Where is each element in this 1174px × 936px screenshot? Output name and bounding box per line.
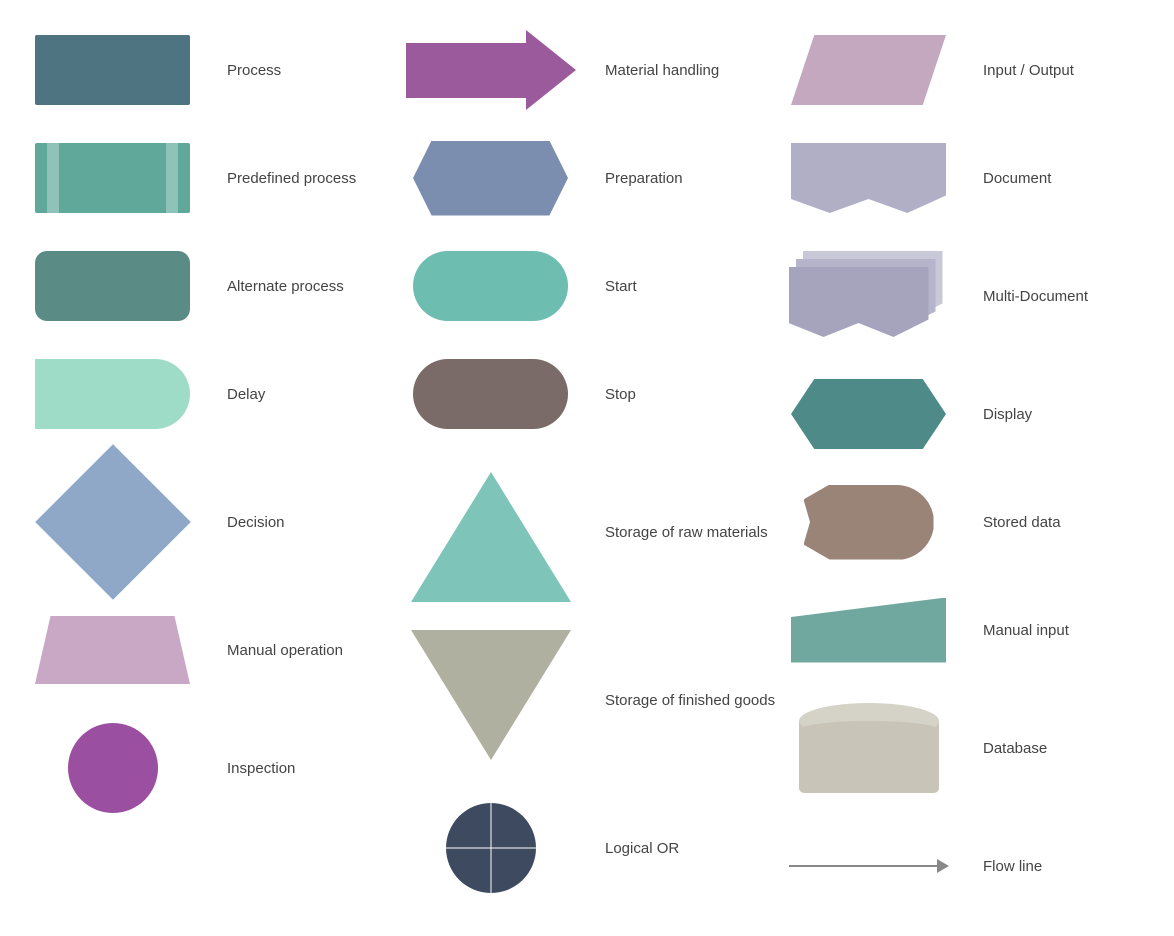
display-shape [791,379,946,449]
shape-alternate-wrap [20,251,205,321]
manual-input-shape [791,598,946,663]
shape-inspection-wrap [20,723,205,813]
alternate-label: Alternate process [227,278,357,295]
row-preparation: Preparation [398,138,776,218]
alternate-shape [35,251,190,321]
arrow-head [526,30,576,110]
start-label: Start [605,278,735,295]
inspection-shape [68,723,158,813]
preparation-label: Preparation [605,170,735,187]
process-shape [35,35,190,105]
database-top-inner [799,721,939,739]
row-document: Document [776,138,1154,218]
shape-document-wrap [776,143,961,213]
stop-label: Stop [605,386,735,403]
stored-data-label: Stored data [983,514,1113,531]
input-output-label: Input / Output [983,62,1113,79]
storage-raw-label: Storage of raw materials [605,524,768,541]
decision-shape [35,444,191,600]
multidoc-page-3 [789,267,929,337]
shape-logical-or-wrap [398,803,583,893]
shape-storage-raw-wrap [398,472,583,602]
predefined-shape [35,143,190,213]
row-storage-raw: Storage of raw materials [398,462,776,602]
col-2: Material handling Preparation Start Stop [398,30,776,906]
row-predefined: Predefined process [20,138,398,218]
row-logical-or: Logical OR [398,798,776,898]
multidoc-label: Multi-Document [983,288,1113,305]
shape-stored-data-wrap [776,485,961,560]
shape-manual-input-wrap [776,598,961,663]
row-manual-input: Manual input [776,590,1154,670]
shape-input-output-wrap [776,35,961,105]
row-input-output: Input / Output [776,30,1154,110]
database-shape [799,703,939,793]
main-grid: Process Predefined process Alternate pro… [0,0,1174,936]
row-process: Process [20,30,398,110]
row-display: Display [776,374,1154,454]
shape-decision-wrap [20,467,205,577]
shape-start-wrap [398,251,583,321]
shape-flow-line-wrap [776,859,961,873]
manual-input-label: Manual input [983,622,1113,639]
storage-raw-shape [411,472,571,602]
shape-manual-op-wrap [20,616,205,684]
row-material-handling: Material handling [398,30,776,110]
multidoc-shape [789,251,949,341]
preparation-shape [413,141,568,216]
shape-multidoc-wrap-outer [776,251,961,341]
shape-storage-finished-wrap [398,630,583,760]
row-storage-finished: Storage of finished goods [398,630,776,770]
inspection-label: Inspection [227,760,357,777]
shape-process-wrap [20,35,205,105]
shape-delay-wrap [20,359,205,429]
document-label: Document [983,170,1113,187]
col-1: Process Predefined process Alternate pro… [20,30,398,906]
flow-line-shape [789,859,949,873]
row-flow-line: Flow line [776,826,1154,906]
shape-display-wrap [776,379,961,449]
flow-line-arrow [937,859,949,873]
row-manual-op: Manual operation [20,610,398,690]
stored-data-shape [804,485,934,560]
display-label: Display [983,406,1113,423]
decision-label: Decision [227,514,357,531]
process-label: Process [227,62,357,79]
col-3: Input / Output Document Multi-Document [776,30,1154,906]
predefined-label: Predefined process [227,170,357,187]
logical-or-label: Logical OR [605,840,735,857]
start-shape [413,251,568,321]
flow-line-label: Flow line [983,858,1113,875]
manual-op-label: Manual operation [227,642,357,659]
row-delay: Delay [20,354,398,434]
material-handling-label: Material handling [605,62,735,79]
shape-stop-wrap [398,359,583,429]
database-label: Database [983,740,1113,757]
document-shape [791,143,946,213]
row-alternate: Alternate process [20,246,398,326]
row-decision: Decision [20,462,398,582]
shape-material-handling-wrap [398,30,583,110]
delay-label: Delay [227,386,357,403]
row-database: Database [776,698,1154,798]
row-start: Start [398,246,776,326]
storage-finished-label: Storage of finished goods [605,692,775,709]
shape-preparation-wrap [398,141,583,216]
flow-line-body [789,865,937,867]
material-handling-shape [406,30,576,110]
storage-finished-shape [411,630,571,760]
row-stop: Stop [398,354,776,434]
shape-predefined-wrap [20,143,205,213]
shape-database-wrap-outer [776,703,961,793]
manual-op-shape [35,616,190,684]
row-inspection: Inspection [20,718,398,818]
row-stored-data: Stored data [776,482,1154,562]
input-output-shape [791,35,946,105]
logical-or-shape [446,803,536,893]
arrow-body [406,43,526,98]
delay-shape [35,359,190,429]
row-multidoc: Multi-Document [776,246,1154,346]
stop-shape [413,359,568,429]
